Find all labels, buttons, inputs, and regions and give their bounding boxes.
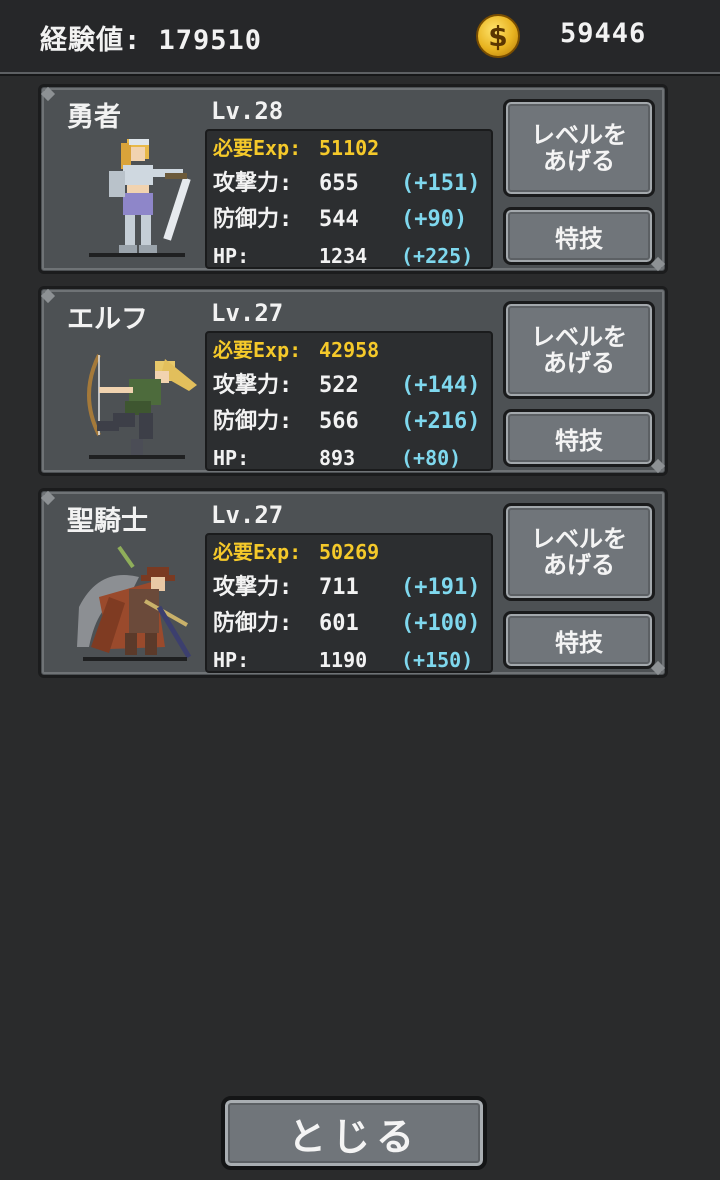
hp-bonus: (+80) bbox=[401, 446, 462, 470]
stats-panel: 必要Exp: 42958 攻撃力: 522 (+144) 防御力: 566 (+… bbox=[205, 331, 493, 471]
skill-button[interactable]: 特技 bbox=[503, 207, 655, 265]
attack-bonus: (+144) bbox=[401, 373, 481, 398]
character-card-elf: エルフ Lv.27 必要Exp: 42958 攻撃力: 522 (+144) 防… bbox=[38, 286, 668, 476]
hp-label: HP: bbox=[213, 446, 250, 470]
hp-value: 1234 bbox=[319, 244, 368, 268]
character-card-hero: 勇者 Lv.28 必要Exp: 51102 攻撃力: 655 (+151) 防御… bbox=[38, 84, 668, 274]
character-level: Lv.27 bbox=[211, 299, 284, 327]
hp-bonus: (+150) bbox=[401, 648, 474, 672]
character-name: 聖騎士 bbox=[67, 506, 148, 537]
character-card-paladin: 聖騎士 Lv.27 必要Exp: 50269 攻撃力: 711 (+191) 防… bbox=[38, 488, 668, 678]
attack-bonus: (+191) bbox=[401, 575, 481, 600]
paladin-sprite-icon bbox=[77, 545, 192, 661]
skill-button[interactable]: 特技 bbox=[503, 409, 655, 467]
experience-points: 経験値: 179510 bbox=[40, 25, 263, 56]
attack-label: 攻撃力: bbox=[213, 171, 293, 196]
hp-bonus: (+225) bbox=[401, 244, 474, 268]
defense-label: 防御力: bbox=[213, 611, 293, 636]
gold-amount: 59446 bbox=[560, 18, 647, 49]
level-up-button[interactable]: レベルを あげる bbox=[503, 99, 655, 197]
level-up-button-label: レベルを あげる bbox=[531, 121, 627, 175]
defense-bonus: (+216) bbox=[401, 409, 481, 434]
defense-value: 601 bbox=[319, 611, 359, 636]
level-up-button-label: レベルを あげる bbox=[531, 323, 627, 377]
character-level: Lv.28 bbox=[211, 97, 284, 125]
defense-bonus: (+100) bbox=[401, 611, 481, 636]
defense-bonus: (+90) bbox=[401, 207, 468, 232]
attack-value: 522 bbox=[319, 373, 359, 398]
skill-button[interactable]: 特技 bbox=[503, 611, 655, 669]
close-button[interactable]: とじる bbox=[221, 1096, 487, 1170]
elf-archer-sprite-icon bbox=[87, 354, 197, 459]
attack-value: 655 bbox=[319, 171, 359, 196]
hero-knight-sprite-icon bbox=[89, 139, 191, 257]
required-exp-label: 必要Exp: bbox=[213, 540, 302, 564]
hp-value: 893 bbox=[319, 446, 356, 470]
required-exp-value: 50269 bbox=[319, 540, 380, 564]
character-name: 勇者 bbox=[67, 102, 121, 133]
gold-coin-icon: $ bbox=[476, 14, 520, 58]
defense-value: 544 bbox=[319, 207, 359, 232]
character-name: エルフ bbox=[67, 304, 148, 335]
level-up-button[interactable]: レベルを あげる bbox=[503, 301, 655, 399]
attack-value: 711 bbox=[319, 575, 359, 600]
level-up-button[interactable]: レベルを あげる bbox=[503, 503, 655, 601]
stats-panel: 必要Exp: 50269 攻撃力: 711 (+191) 防御力: 601 (+… bbox=[205, 533, 493, 673]
defense-label: 防御力: bbox=[213, 409, 293, 434]
hp-label: HP: bbox=[213, 244, 250, 268]
defense-label: 防御力: bbox=[213, 207, 293, 232]
level-up-button-label: レベルを あげる bbox=[531, 525, 627, 579]
stats-panel: 必要Exp: 51102 攻撃力: 655 (+151) 防御力: 544 (+… bbox=[205, 129, 493, 269]
attack-bonus: (+151) bbox=[401, 171, 481, 196]
character-level: Lv.27 bbox=[211, 501, 284, 529]
required-exp-value: 51102 bbox=[319, 136, 380, 160]
hp-label: HP: bbox=[213, 648, 250, 672]
required-exp-label: 必要Exp: bbox=[213, 136, 302, 160]
hp-value: 1190 bbox=[319, 648, 368, 672]
top-status-bar: 経験値: 179510 $ 59446 bbox=[0, 0, 720, 74]
attack-label: 攻撃力: bbox=[213, 575, 293, 600]
defense-value: 566 bbox=[319, 409, 359, 434]
required-exp-label: 必要Exp: bbox=[213, 338, 302, 362]
attack-label: 攻撃力: bbox=[213, 373, 293, 398]
required-exp-value: 42958 bbox=[319, 338, 380, 362]
